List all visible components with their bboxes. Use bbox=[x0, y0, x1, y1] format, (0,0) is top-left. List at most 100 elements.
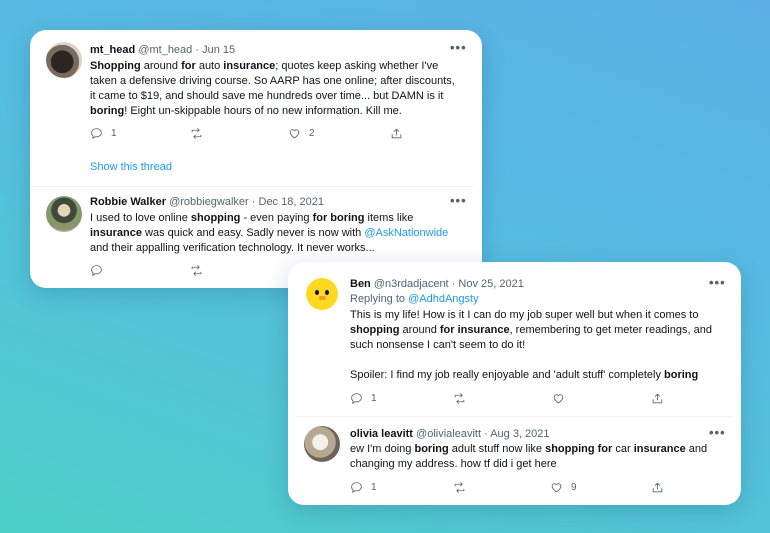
more-icon[interactable]: ••• bbox=[450, 40, 467, 55]
text-segment: it came to $19, and should save me hundr… bbox=[90, 90, 444, 102]
tweet-text-line: This is my life! How is it I can do my j… bbox=[350, 308, 730, 323]
tweet-date[interactable]: Nov 25, 2021 bbox=[458, 278, 523, 290]
author-handle[interactable]: @mt_head bbox=[138, 44, 192, 56]
avatar[interactable] bbox=[46, 196, 82, 232]
tweet-text-line: shopping around for insurance, rememberi… bbox=[350, 323, 730, 338]
separator: · bbox=[448, 278, 459, 290]
retweet-button[interactable] bbox=[453, 481, 466, 494]
tweet-date[interactable]: Aug 3, 2021 bbox=[490, 428, 549, 440]
reply-button[interactable]: 1 bbox=[90, 127, 117, 140]
divider bbox=[296, 416, 733, 417]
author-name[interactable]: Robbie Walker bbox=[90, 196, 166, 208]
heart-icon bbox=[551, 483, 562, 493]
text-segment: , remembering to get meter readings, and bbox=[509, 324, 712, 336]
tweet-text-line: I used to love online shopping - even pa… bbox=[90, 211, 470, 226]
mention-link[interactable]: @AskNationwide bbox=[364, 227, 448, 239]
text-segment: items like bbox=[364, 212, 414, 224]
reply-mention-link[interactable]: @AdhdAngsty bbox=[408, 293, 479, 305]
more-icon[interactable]: ••• bbox=[450, 193, 467, 208]
tweet-date[interactable]: Dec 18, 2021 bbox=[259, 196, 324, 208]
like-count: 9 bbox=[571, 482, 577, 493]
highlighted-keyword: Shopping bbox=[90, 60, 141, 72]
highlighted-keyword: for insurance bbox=[439, 324, 510, 336]
replying-to: Replying to @AdhdAngsty bbox=[350, 293, 479, 305]
text-segment: I used to love online bbox=[90, 212, 191, 224]
retweet-button[interactable] bbox=[190, 264, 203, 277]
reply-button[interactable]: 1 bbox=[350, 392, 377, 405]
share-button[interactable] bbox=[390, 127, 403, 140]
reply-count: 1 bbox=[371, 482, 377, 493]
highlighted-keyword: boring bbox=[414, 443, 449, 455]
author-handle[interactable]: @robbiegwalker bbox=[169, 196, 249, 208]
eye-icon bbox=[325, 290, 329, 295]
tweet-header: mt_head @mt_head · Jun 15 bbox=[90, 44, 235, 56]
author-handle[interactable]: @n3rdadjacent bbox=[374, 278, 449, 290]
show-thread-link[interactable]: Show this thread bbox=[90, 161, 172, 173]
tweet-text-line bbox=[350, 353, 730, 368]
share-button[interactable] bbox=[651, 392, 664, 405]
share-button[interactable] bbox=[651, 481, 664, 494]
reply-button[interactable] bbox=[90, 264, 103, 277]
text-segment: changing my address. how tf did i get he… bbox=[350, 458, 557, 470]
avatar[interactable] bbox=[304, 276, 340, 312]
heart-icon bbox=[553, 394, 564, 404]
separator: · bbox=[481, 428, 491, 440]
tweet-text-line: changing my address. how tf did i get he… bbox=[350, 457, 730, 472]
author-handle[interactable]: @olivialeavitt bbox=[416, 428, 481, 440]
eye-icon bbox=[315, 290, 319, 295]
retweet-icon bbox=[454, 482, 465, 493]
more-icon[interactable]: ••• bbox=[709, 425, 726, 440]
beak-icon bbox=[319, 296, 326, 300]
tweet-text: This is my life! How is it I can do my j… bbox=[350, 308, 730, 383]
highlighted-keyword: for bbox=[181, 60, 196, 72]
highlighted-keyword: shopping for bbox=[545, 443, 613, 455]
tweet-date[interactable]: Jun 15 bbox=[202, 44, 235, 56]
tweet-header: Ben @n3rdadjacent · Nov 25, 2021 bbox=[350, 278, 524, 290]
highlighted-keyword: insurance bbox=[633, 443, 686, 455]
like-button[interactable]: 9 bbox=[550, 481, 577, 494]
retweet-icon bbox=[191, 265, 202, 276]
retweet-button[interactable] bbox=[453, 392, 466, 405]
tweet-text: I used to love online shopping - even pa… bbox=[90, 211, 470, 256]
highlighted-keyword: insurance bbox=[223, 60, 276, 72]
tweet-header: Robbie Walker @robbiegwalker · Dec 18, 2… bbox=[90, 196, 324, 208]
reply-count: 1 bbox=[371, 393, 377, 404]
more-icon[interactable]: ••• bbox=[709, 275, 726, 290]
tweet-text-line: such nonsense I can't seem to do it! bbox=[350, 338, 730, 353]
tweet-text-line: insurance was quick and easy. Sadly neve… bbox=[90, 226, 470, 241]
reply-icon bbox=[351, 393, 362, 404]
tweet-card-bottom: Ben @n3rdadjacent · Nov 25, 2021 ••• Rep… bbox=[288, 262, 741, 505]
like-button[interactable] bbox=[552, 392, 565, 405]
author-name[interactable]: mt_head bbox=[90, 44, 135, 56]
reply-icon bbox=[91, 265, 102, 276]
retweet-button[interactable] bbox=[190, 127, 203, 140]
avatar[interactable] bbox=[304, 426, 340, 462]
text-segment: around bbox=[399, 324, 440, 336]
retweet-icon bbox=[191, 128, 202, 139]
author-name[interactable]: Ben bbox=[350, 278, 371, 290]
text-segment: taken a defensive driving course. So AAR… bbox=[90, 75, 455, 87]
text-segment: around bbox=[140, 60, 182, 72]
share-icon bbox=[391, 128, 402, 139]
text-segment: adult stuff now like bbox=[448, 443, 546, 455]
avatar[interactable] bbox=[46, 42, 82, 78]
text-segment: ! Eight un-skippable hours of no new inf… bbox=[124, 105, 402, 117]
author-name[interactable]: olivia leavitt bbox=[350, 428, 413, 440]
separator: · bbox=[192, 44, 203, 56]
tweet-text-line: boring! Eight un-skippable hours of no n… bbox=[90, 104, 470, 119]
text-segment: ; quotes keep asking whether I've bbox=[275, 60, 439, 72]
retweet-icon bbox=[454, 393, 465, 404]
tweet-text-line: ew I'm doing boring adult stuff now like… bbox=[350, 442, 730, 457]
reply-count: 1 bbox=[111, 128, 117, 139]
highlighted-keyword: insurance bbox=[90, 227, 142, 239]
highlighted-keyword: for boring bbox=[312, 212, 365, 224]
tweet-text-line: and their appalling verification technol… bbox=[90, 241, 470, 256]
like-button[interactable]: 2 bbox=[288, 127, 315, 140]
reply-button[interactable]: 1 bbox=[350, 481, 377, 494]
like-count: 2 bbox=[309, 128, 315, 139]
highlighted-keyword: boring bbox=[664, 369, 699, 381]
tweet-text: Shopping around for auto insurance; quot… bbox=[90, 59, 470, 119]
tweet-text-line: it came to $19, and should save me hundr… bbox=[90, 89, 470, 104]
reply-icon bbox=[91, 128, 102, 139]
tweet-text: ew I'm doing boring adult stuff now like… bbox=[350, 442, 730, 472]
